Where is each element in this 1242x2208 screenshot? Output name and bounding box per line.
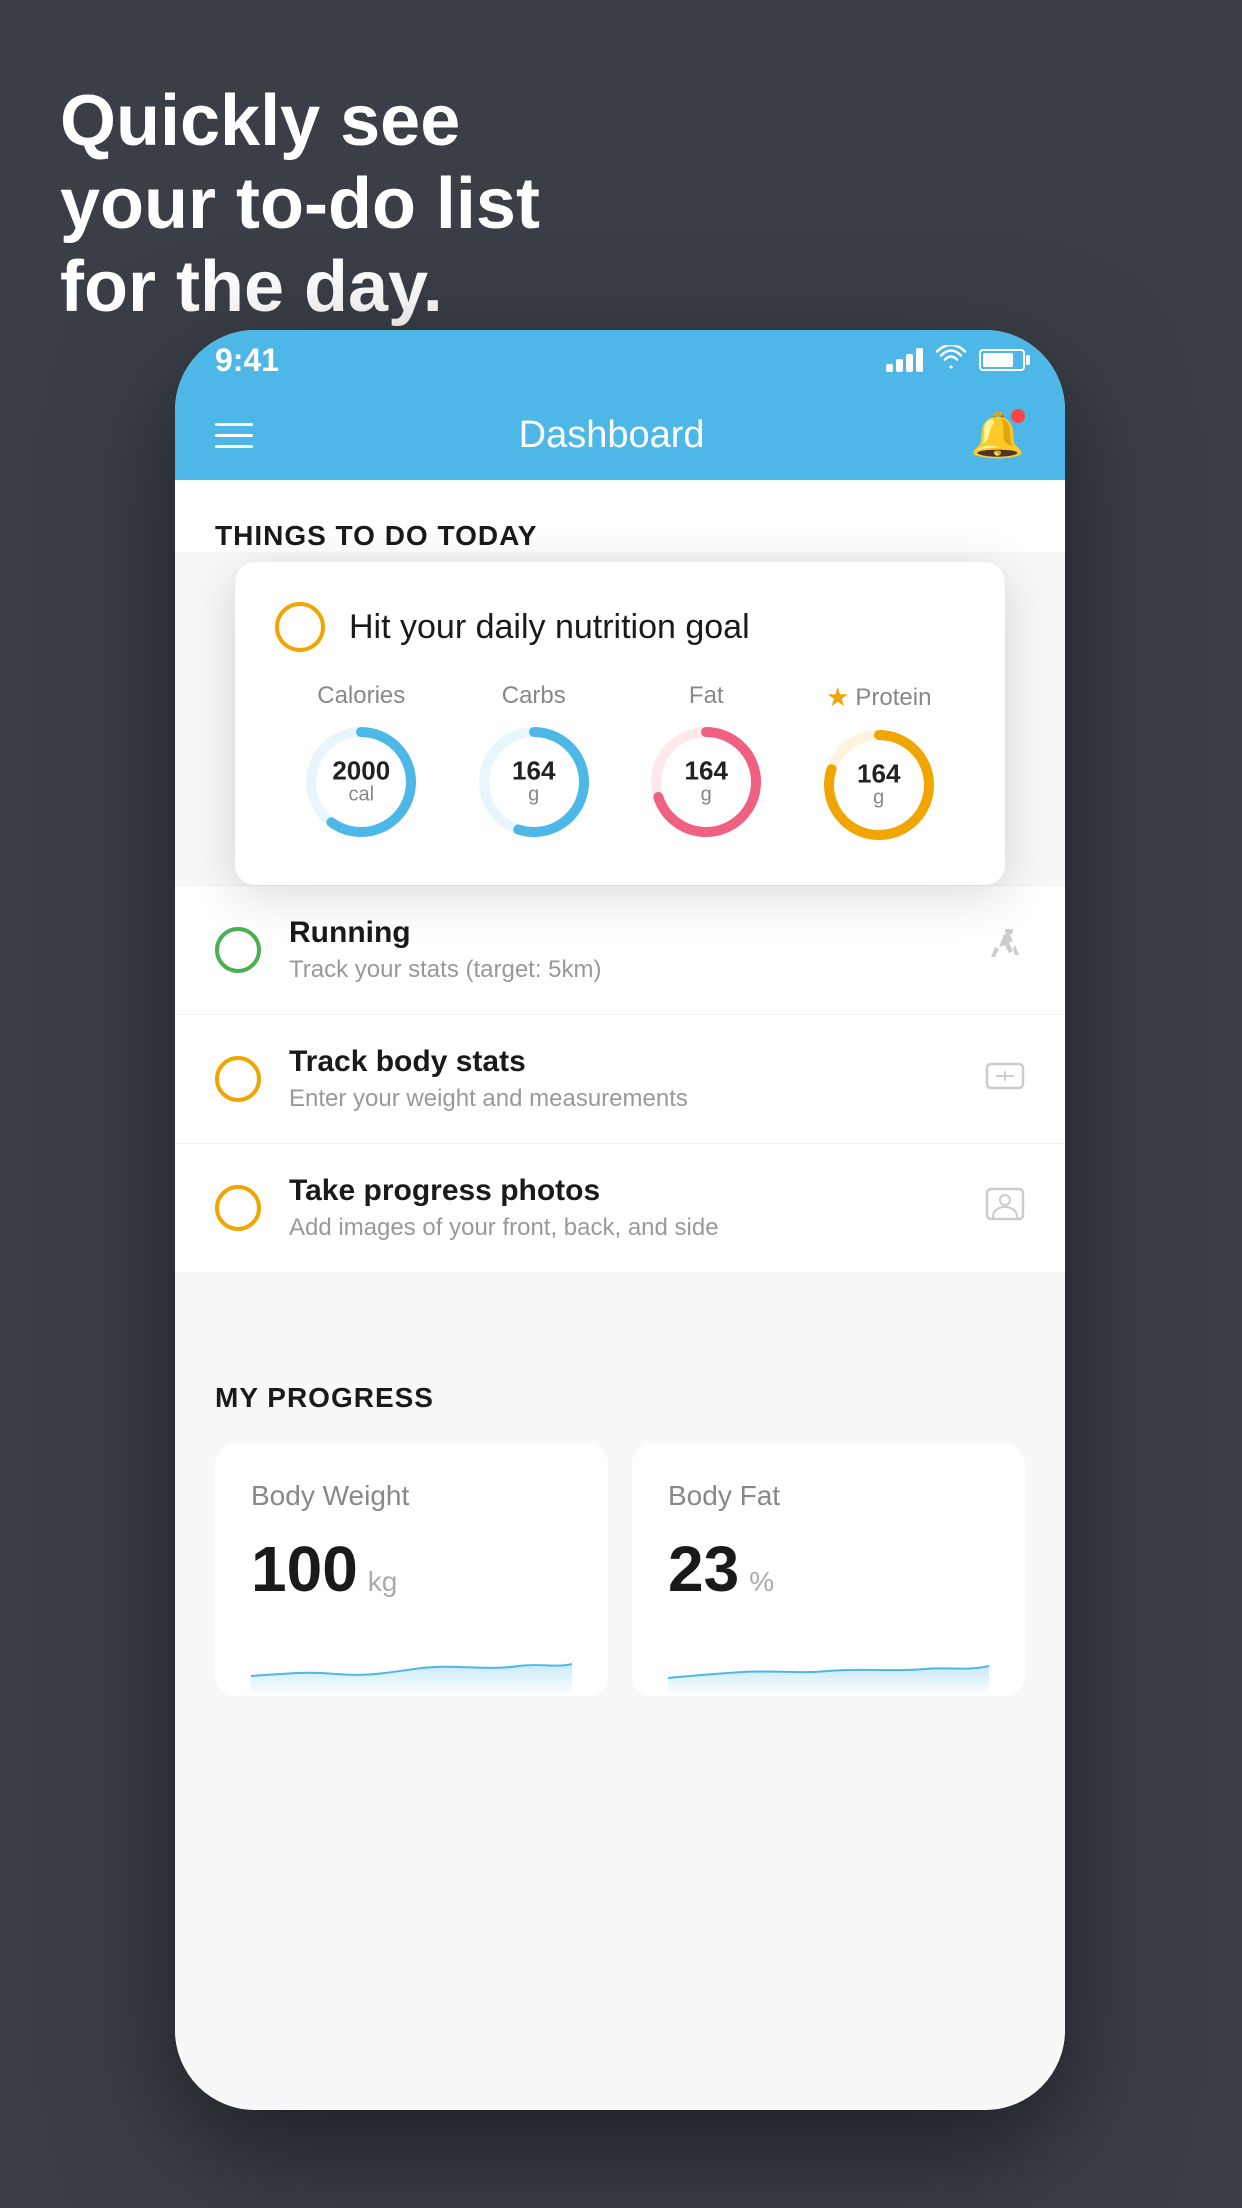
carbs-label: Carbs bbox=[502, 682, 566, 710]
star-icon: ★ bbox=[826, 682, 849, 713]
body-fat-number: 23 bbox=[668, 1532, 739, 1606]
protein-label-starred: ★ Protein bbox=[826, 682, 931, 713]
body-weight-number: 100 bbox=[251, 1532, 358, 1606]
headline-line3: for the day. bbox=[60, 246, 540, 329]
headline-line2: your to-do list bbox=[60, 163, 540, 246]
todo-subtitle-photos: Add images of your front, back, and side bbox=[289, 1214, 957, 1242]
protein-unit: g bbox=[857, 787, 900, 810]
hamburger-menu-button[interactable] bbox=[215, 423, 253, 448]
carbs-unit: g bbox=[512, 784, 555, 807]
todo-subtitle-body-stats: Enter your weight and measurements bbox=[289, 1085, 957, 1113]
signal-icon bbox=[886, 348, 923, 372]
calories-unit: cal bbox=[332, 784, 390, 807]
calories-label: Calories bbox=[317, 682, 405, 710]
phone-frame: 9:41 bbox=[175, 330, 1065, 2110]
status-bar: 9:41 bbox=[175, 330, 1065, 390]
progress-section: MY PROGRESS Body Weight 100 kg bbox=[175, 1332, 1065, 1736]
fat-value: 164 bbox=[685, 758, 728, 784]
calories-chart: 2000 cal bbox=[301, 722, 421, 842]
body-weight-card[interactable]: Body Weight 100 kg bbox=[215, 1444, 608, 1696]
nutrition-card: Hit your daily nutrition goal Calories 2 bbox=[235, 562, 1005, 885]
fat-unit: g bbox=[685, 784, 728, 807]
calories-value-inner: 2000 cal bbox=[332, 758, 390, 807]
headline: Quickly see your to-do list for the day. bbox=[60, 80, 540, 328]
todo-circle-body-stats bbox=[215, 1056, 261, 1102]
headline-line1: Quickly see bbox=[60, 80, 540, 163]
page-title: Dashboard bbox=[519, 414, 705, 457]
body-weight-chart bbox=[251, 1636, 572, 1696]
fat-label: Fat bbox=[689, 682, 724, 710]
todo-item-photos[interactable]: Take progress photos Add images of your … bbox=[175, 1143, 1065, 1272]
protein-value: 164 bbox=[857, 761, 900, 787]
card-title-row: Hit your daily nutrition goal bbox=[275, 602, 965, 652]
battery-icon bbox=[979, 349, 1025, 371]
todo-circle-running bbox=[215, 927, 261, 973]
todo-text-body-stats: Track body stats Enter your weight and m… bbox=[289, 1045, 957, 1113]
fat-value-inner: 164 g bbox=[685, 758, 728, 807]
todo-item-running[interactable]: Running Track your stats (target: 5km) bbox=[175, 885, 1065, 1014]
check-circle-icon bbox=[275, 602, 325, 652]
body-weight-title: Body Weight bbox=[251, 1480, 572, 1512]
todo-subtitle-running: Track your stats (target: 5km) bbox=[289, 956, 957, 984]
body-fat-card[interactable]: Body Fat 23 % bbox=[632, 1444, 1025, 1696]
body-fat-unit: % bbox=[749, 1566, 774, 1598]
protein-chart: 164 g bbox=[819, 725, 939, 845]
nutrition-item-protein: ★ Protein 164 g bbox=[819, 682, 939, 845]
fat-chart: 164 g bbox=[646, 722, 766, 842]
body-weight-value-row: 100 kg bbox=[251, 1532, 572, 1606]
hamburger-line bbox=[215, 445, 253, 448]
status-icons bbox=[886, 344, 1025, 376]
carbs-value: 164 bbox=[512, 758, 555, 784]
status-time: 9:41 bbox=[215, 342, 279, 379]
body-fat-chart bbox=[668, 1636, 989, 1696]
body-fat-value-row: 23 % bbox=[668, 1532, 989, 1606]
progress-cards: Body Weight 100 kg bbox=[215, 1444, 1025, 1696]
nutrition-circles: Calories 2000 cal bbox=[275, 682, 965, 845]
things-section: THINGS TO DO TODAY bbox=[175, 480, 1065, 552]
todo-text-running: Running Track your stats (target: 5km) bbox=[289, 916, 957, 984]
phone-content: THINGS TO DO TODAY Hit your daily nutrit… bbox=[175, 480, 1065, 2110]
protein-value-inner: 164 g bbox=[857, 761, 900, 810]
nutrition-card-title: Hit your daily nutrition goal bbox=[349, 608, 750, 647]
hamburger-line bbox=[215, 423, 253, 426]
hamburger-line bbox=[215, 434, 253, 437]
wifi-icon bbox=[935, 344, 967, 376]
person-icon bbox=[985, 1187, 1025, 1230]
body-weight-unit: kg bbox=[368, 1566, 398, 1598]
calories-value: 2000 bbox=[332, 758, 390, 784]
todo-text-photos: Take progress photos Add images of your … bbox=[289, 1174, 957, 1242]
scale-icon bbox=[985, 1058, 1025, 1101]
notifications-button[interactable]: 🔔 bbox=[970, 409, 1025, 461]
body-fat-title: Body Fat bbox=[668, 1480, 989, 1512]
progress-section-header: MY PROGRESS bbox=[215, 1382, 1025, 1414]
todo-title-running: Running bbox=[289, 916, 957, 950]
nutrition-item-calories: Calories 2000 cal bbox=[301, 682, 421, 842]
nutrition-item-carbs: Carbs 164 g bbox=[474, 682, 594, 842]
spacer bbox=[175, 1272, 1065, 1332]
carbs-chart: 164 g bbox=[474, 722, 594, 842]
todo-title-body-stats: Track body stats bbox=[289, 1045, 957, 1079]
todo-list: Running Track your stats (target: 5km) T… bbox=[175, 885, 1065, 1272]
notification-badge bbox=[1011, 409, 1025, 423]
carbs-value-inner: 164 g bbox=[512, 758, 555, 807]
todo-item-body-stats[interactable]: Track body stats Enter your weight and m… bbox=[175, 1014, 1065, 1143]
app-header: Dashboard 🔔 bbox=[175, 390, 1065, 480]
todo-circle-photos bbox=[215, 1185, 261, 1231]
things-section-header: THINGS TO DO TODAY bbox=[215, 520, 1025, 552]
nutrition-item-fat: Fat 164 g bbox=[646, 682, 766, 842]
protein-label: Protein bbox=[855, 684, 931, 712]
running-icon bbox=[985, 929, 1025, 972]
todo-title-photos: Take progress photos bbox=[289, 1174, 957, 1208]
